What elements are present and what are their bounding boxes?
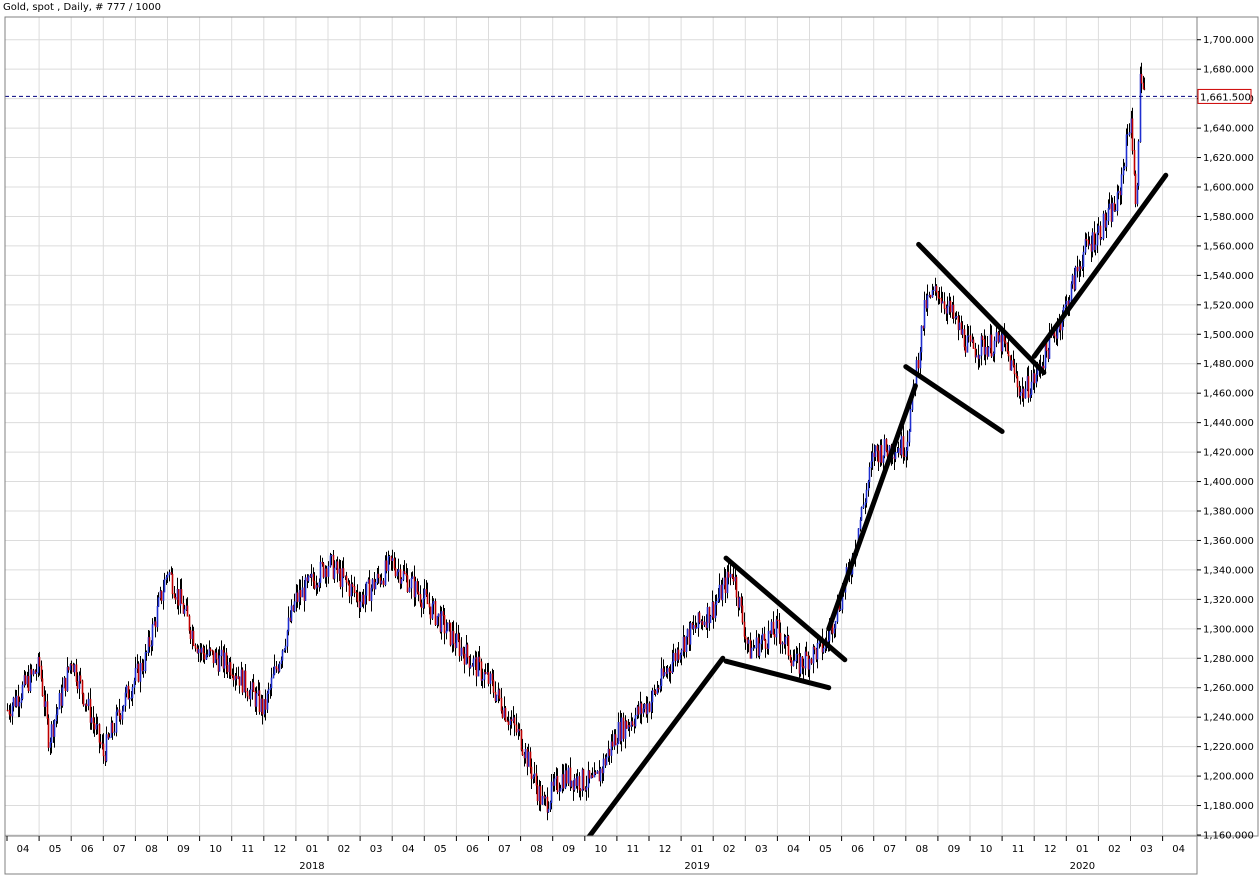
- y-tick-label: 1,680.000: [1203, 65, 1254, 76]
- x-tick-label: 11: [241, 844, 254, 855]
- plot-background: [0, 0, 1259, 875]
- y-tick-label: 1,420.000: [1203, 448, 1254, 459]
- x-tick-label: 03: [370, 844, 383, 855]
- x-tick-label: 04: [787, 844, 800, 855]
- y-tick-label: 1,640.000: [1203, 124, 1254, 135]
- y-tick-label: 1,700.000: [1203, 35, 1254, 46]
- y-tick-label: 1,280.000: [1203, 654, 1254, 665]
- y-tick-label: 1,200.000: [1203, 772, 1254, 783]
- x-tick-label: 07: [498, 844, 511, 855]
- x-tick-label: 11: [627, 844, 640, 855]
- current-price-label: 1,661.500: [1197, 88, 1252, 104]
- y-tick-label: 1,620.000: [1203, 153, 1254, 164]
- x-tick-label: 12: [1044, 844, 1057, 855]
- x-tick-label: 05: [49, 844, 62, 855]
- x-tick-label: 04: [402, 844, 415, 855]
- x-tick-label: 07: [883, 844, 896, 855]
- y-tick-label: 1,360.000: [1203, 536, 1254, 547]
- x-tick-label: 09: [177, 844, 190, 855]
- price-chart[interactable]: 1,160.000 1,180.000 1,200.000 1,220.000 1,24…: [0, 0, 1259, 875]
- x-tick-label: 10: [980, 844, 993, 855]
- y-tick-label: 1,540.000: [1203, 271, 1254, 282]
- x-tick-label: 10: [209, 844, 222, 855]
- y-tick-label: 1,320.000: [1203, 595, 1254, 606]
- y-tick-label: 1,180.000: [1203, 801, 1254, 812]
- x-tick-label: 02: [1108, 844, 1121, 855]
- x-tick-label: 06: [81, 844, 94, 855]
- x-tick-label: 03: [755, 844, 768, 855]
- y-tick-label: 1,240.000: [1203, 713, 1254, 724]
- x-tick-label: 02: [338, 844, 351, 855]
- x-tick-label: 04: [1172, 844, 1185, 855]
- current-price-text: 1,661.500: [1200, 92, 1251, 103]
- y-tick-label: 1,160.000: [1203, 831, 1254, 842]
- y-tick-label: 1,300.000: [1203, 624, 1254, 635]
- x-tick-label: 11: [1012, 844, 1025, 855]
- x-tick-label: 01: [691, 844, 704, 855]
- year-label: 2020: [1070, 861, 1095, 872]
- y-tick-label: 1,400.000: [1203, 477, 1254, 488]
- y-tick-label: 1,580.000: [1203, 212, 1254, 223]
- x-axis-area: [4, 835, 1198, 875]
- y-tick-label: 1,340.000: [1203, 565, 1254, 576]
- chart-header: Gold, spot , Daily, # 777 / 1000: [0, 0, 161, 16]
- x-tick-label: 09: [562, 844, 575, 855]
- y-tick-label: 1,600.000: [1203, 183, 1254, 194]
- y-tick-label: 1,220.000: [1203, 742, 1254, 753]
- x-tick-label: 03: [1140, 844, 1153, 855]
- x-tick-label: 08: [530, 844, 543, 855]
- y-tick-label: 1,260.000: [1203, 683, 1254, 694]
- x-tick-label: 05: [819, 844, 832, 855]
- y-tick-label: 1,500.000: [1203, 330, 1254, 341]
- x-tick-label: 01: [1076, 844, 1089, 855]
- year-label: 2018: [299, 861, 324, 872]
- x-tick-label: 10: [594, 844, 607, 855]
- y-tick-label: 1,460.000: [1203, 389, 1254, 400]
- y-tick-label: 1,520.000: [1203, 300, 1254, 311]
- x-tick-label: 06: [466, 844, 479, 855]
- y-tick-label: 1,380.000: [1203, 507, 1254, 518]
- x-tick-label: 12: [273, 844, 286, 855]
- x-tick-label: 04: [17, 844, 30, 855]
- y-tick-label: 1,560.000: [1203, 241, 1254, 252]
- x-tick-label: 07: [113, 844, 126, 855]
- x-tick-label: 08: [145, 844, 158, 855]
- x-tick-label: 12: [659, 844, 672, 855]
- x-tick-label: 01: [306, 844, 319, 855]
- y-tick-label: 1,480.000: [1203, 359, 1254, 370]
- x-tick-label: 09: [948, 844, 961, 855]
- x-tick-label: 05: [434, 844, 447, 855]
- y-tick-label: 1,440.000: [1203, 418, 1254, 429]
- year-label: 2019: [684, 861, 709, 872]
- x-tick-label: 06: [851, 844, 864, 855]
- x-tick-label: 08: [915, 844, 928, 855]
- x-tick-label: 02: [723, 844, 736, 855]
